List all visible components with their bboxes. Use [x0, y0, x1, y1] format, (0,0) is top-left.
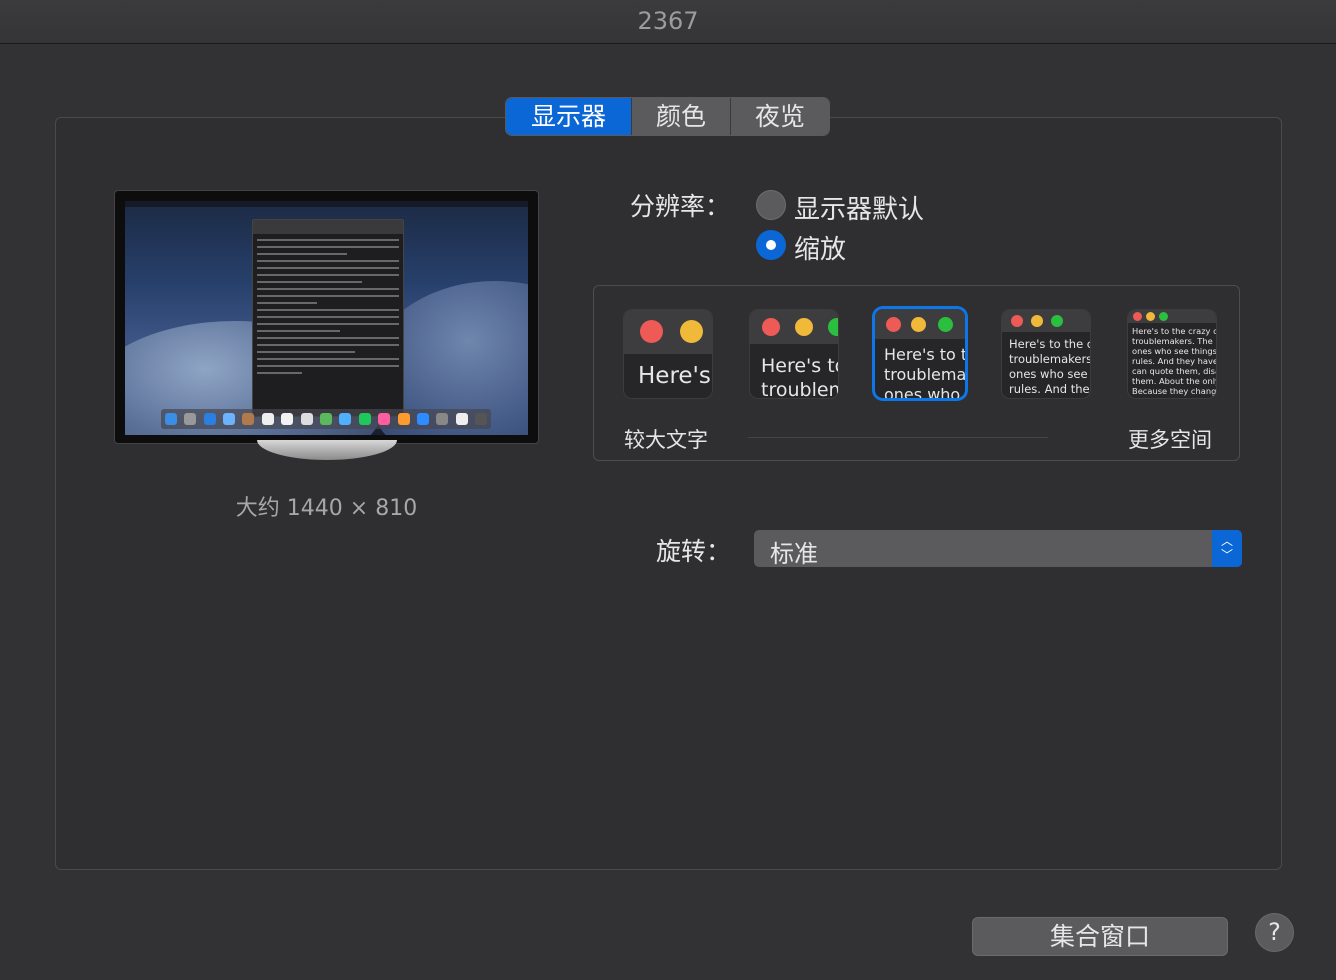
gather-windows-button[interactable]: 集合窗口 [973, 918, 1227, 955]
updown-chevron-icon: ︿ ﹀ [1212, 530, 1242, 567]
rotation-select[interactable]: 标准 ︿ ﹀ [754, 530, 1242, 568]
zoom-dot-icon [1159, 312, 1168, 321]
close-dot-icon [886, 317, 901, 332]
tab-night-shift[interactable]: 夜览 [731, 98, 829, 135]
help-button[interactable]: ? [1256, 914, 1293, 951]
rotation-label: 旋转： [656, 537, 732, 566]
scale-option-3[interactable]: Here's to t troublema ones who [875, 309, 965, 398]
preview-document-window [252, 219, 404, 417]
rotation-value: 标准 [770, 540, 818, 568]
radio-default-for-display[interactable] [756, 190, 786, 220]
zoom-dot-icon [938, 317, 953, 332]
minimize-dot-icon [911, 317, 926, 332]
close-dot-icon [762, 318, 780, 336]
radio-scaled[interactable] [756, 230, 786, 260]
larger-text-label: 较大文字 [624, 428, 708, 452]
preview-dock [161, 409, 491, 429]
window-title: 2367 [0, 0, 1336, 44]
scale-option-5-text: Here's to the crazy one troublemakers. T… [1132, 326, 1216, 396]
minimize-dot-icon [1031, 315, 1043, 327]
radio-scaled-label[interactable]: 缩放 [794, 229, 846, 266]
resolution-label: 分辨率： [630, 192, 731, 221]
scale-option-4-text: Here's to the cr troublemakers. ones who… [1009, 337, 1090, 396]
scale-option-3-text: Here's to t troublema ones who [884, 345, 965, 398]
tab-color[interactable]: 颜色 [632, 98, 731, 135]
scale-track [748, 437, 1048, 438]
scale-option-2[interactable]: Here's to troublem [750, 310, 838, 398]
minimize-dot-icon [795, 318, 813, 336]
scale-option-1-text: Here's [638, 363, 711, 389]
scale-option-4[interactable]: Here's to the cr troublemakers. ones who… [1002, 310, 1090, 398]
tab-bar: 显示器 颜色 夜览 [506, 98, 829, 135]
display-preview [114, 190, 539, 444]
scale-option-1[interactable]: Here's [624, 310, 712, 398]
zoom-dot-icon [1051, 315, 1063, 327]
minimize-dot-icon [680, 320, 703, 343]
scale-option-2-text: Here's to troublem [761, 355, 838, 398]
desktop-preview-image [125, 201, 528, 435]
more-space-label: 更多空间 [1128, 428, 1212, 452]
close-dot-icon [1011, 315, 1023, 327]
radio-default-label[interactable]: 显示器默认 [794, 189, 924, 226]
resolution-caption: 大约 1440 × 810 [235, 496, 418, 521]
tab-display[interactable]: 显示器 [506, 98, 632, 135]
zoom-dot-icon [828, 318, 838, 336]
close-dot-icon [1133, 312, 1142, 321]
close-dot-icon [640, 320, 663, 343]
minimize-dot-icon [1146, 312, 1155, 321]
scale-option-5[interactable]: Here's to the crazy one troublemakers. T… [1128, 310, 1216, 398]
